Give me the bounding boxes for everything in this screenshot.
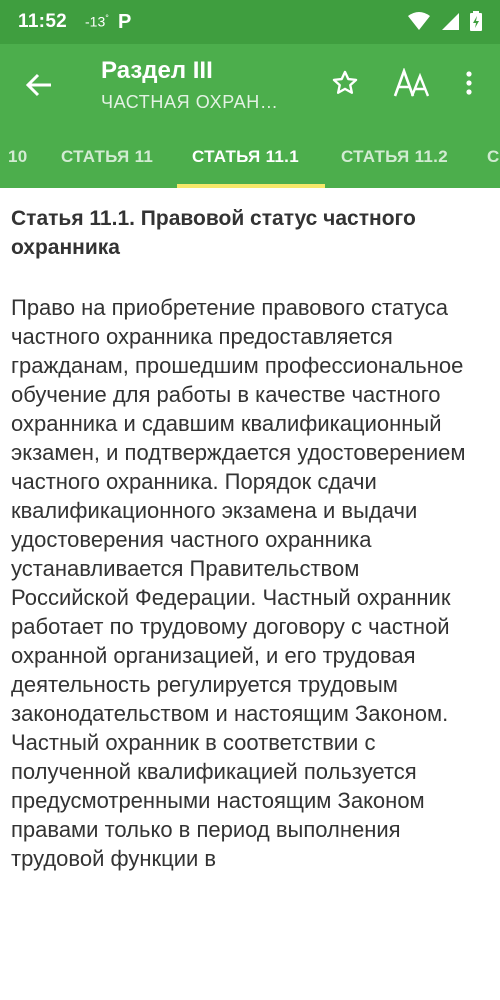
article-title: Статья 11.1. Правовой статус частного ох… [11,207,416,259]
status-time: 11:52 [18,11,68,32]
status-icons [408,11,482,31]
font-size-button[interactable] [392,66,432,100]
wifi-icon [408,12,430,30]
temperature-value: -13 [85,13,106,30]
article-content: Статья 11.1. Правовой статус частного ох… [11,204,481,873]
tab-article-11-2[interactable]: СТАТЬЯ 11.2 [341,126,448,188]
battery-icon [470,11,482,31]
back-button[interactable] [22,68,56,102]
status-bar: 11:52 -13° P [0,0,500,44]
overflow-menu-button[interactable] [458,66,480,100]
signal-icon [442,13,459,30]
tab-bar: 10 СТАТЬЯ 11 СТАТЬЯ 11.1 СТАТЬЯ 11.2 С [0,126,500,188]
arrow-back-icon [26,73,51,97]
favorite-button[interactable] [328,66,362,100]
degree-sign: ° [105,13,109,23]
article-body: Право на приобретение правового статуса … [11,295,466,871]
star-outline-icon [332,70,358,94]
app-notification-icon: P [118,11,132,33]
page-subtitle: ЧАСТНАЯ ОХРАН… [101,92,279,112]
tab-article-11-1[interactable]: СТАТЬЯ 11.1 [192,126,299,188]
status-temperature: -13° [85,13,109,30]
app-bar: Раздел III ЧАСТНАЯ ОХРАН… [0,44,500,126]
font-size-icon [393,68,430,97]
tab-article-11[interactable]: СТАТЬЯ 11 [61,126,153,188]
tab-next[interactable]: С [487,126,500,188]
tab-10[interactable]: 10 [8,126,28,188]
active-tab-indicator [177,184,325,188]
page-title: Раздел III [101,57,213,84]
more-vert-icon [466,71,472,95]
